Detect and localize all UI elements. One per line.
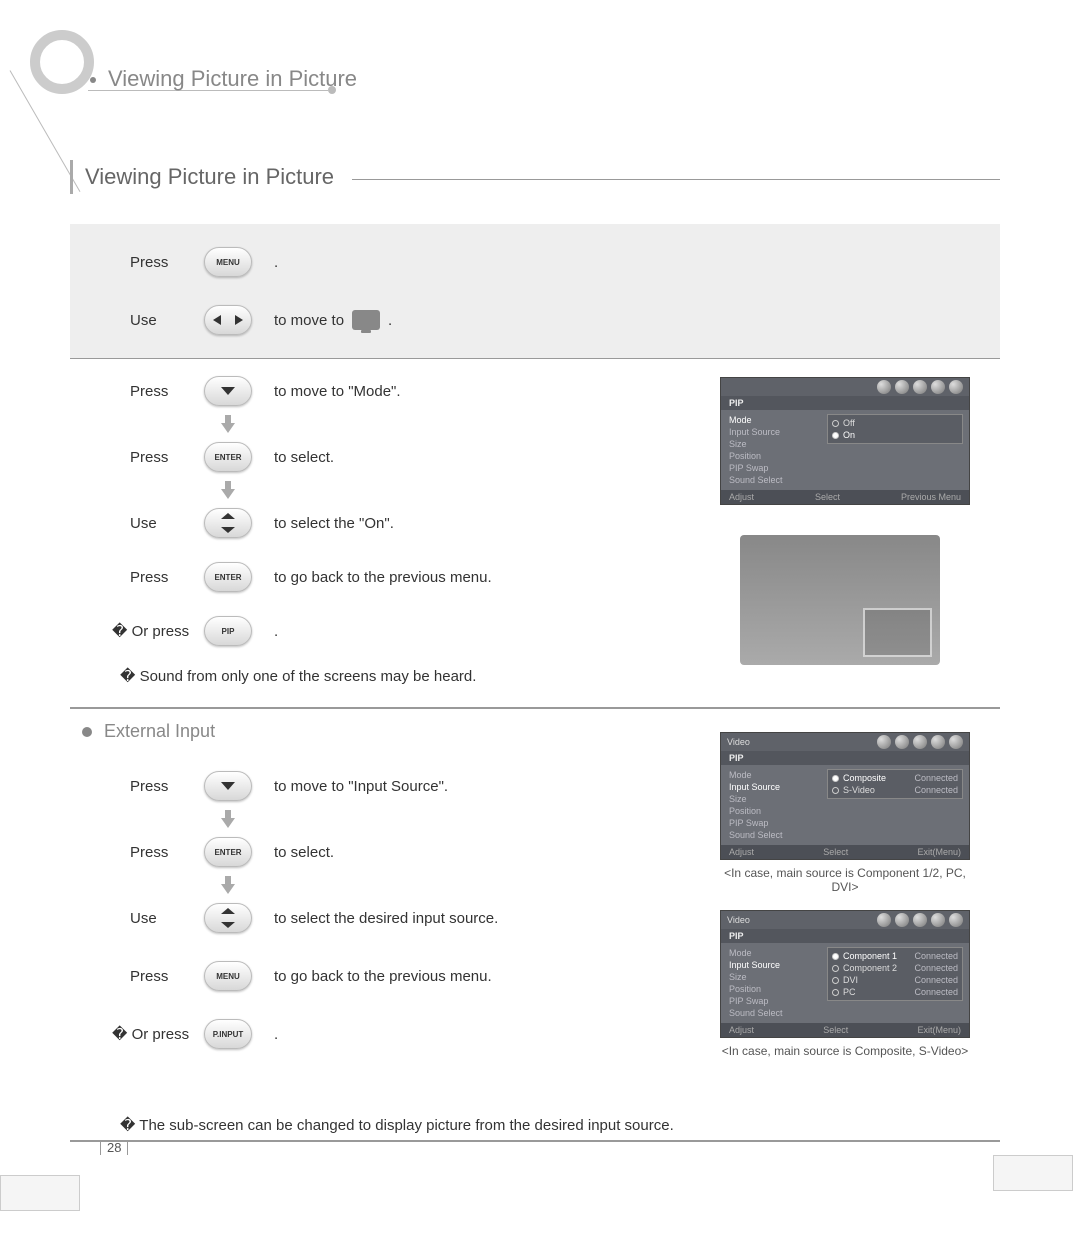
connector-arrow-icon: [200, 415, 256, 433]
corner-marker: [0, 1175, 80, 1211]
tv-icon: [352, 310, 380, 330]
page-number: 28: [100, 1140, 128, 1155]
connector-arrow-icon: [200, 481, 256, 499]
enter-button-icon: ENTER: [204, 837, 252, 867]
updown-button-icon: [204, 903, 252, 933]
connector-arrow-icon: [200, 810, 256, 828]
osd-screenshot-input-1: Video PIP Mode Input Source Size Positio…: [720, 732, 970, 860]
down-button-icon: [204, 771, 252, 801]
connector-arrow-icon: [200, 876, 256, 894]
menu-button-icon: MENU: [204, 247, 252, 277]
pinput-button-icon: P.INPUT: [204, 1019, 252, 1049]
step-press-menu: Press MENU .: [70, 238, 1000, 286]
corner-marker: [993, 1155, 1073, 1191]
intro-steps-box: Press MENU . Use to move to .: [70, 224, 1000, 359]
section-heading: Viewing Picture in Picture: [70, 160, 1000, 194]
osd-caption-2: <In case, main source is Composite, S-Vi…: [720, 1044, 970, 1058]
note-sound: � Sound from only one of the screens may…: [120, 667, 1000, 685]
menu-button-icon: MENU: [204, 961, 252, 991]
note-subscreen: � The sub-screen can be changed to displ…: [120, 1116, 1000, 1134]
enter-button-icon: ENTER: [204, 562, 252, 592]
osd-caption-1: <In case, main source is Component 1/2, …: [720, 866, 970, 894]
page-title-top: Viewing Picture in Picture: [90, 66, 357, 92]
down-button-icon: [204, 376, 252, 406]
divider: [70, 1140, 1000, 1142]
osd-screenshot-mode: PIP Mode Input Source Size Position PIP …: [720, 377, 970, 505]
divider: [70, 707, 1000, 709]
pip-demo-photo: [740, 535, 940, 665]
section-title: Viewing Picture in Picture: [85, 164, 334, 190]
updown-button-icon: [204, 508, 252, 538]
step-use-vol: Use to move to .: [70, 296, 1000, 344]
pip-button-icon: PIP: [204, 616, 252, 646]
osd-screenshot-input-2: Video PIP Mode Input Source Size Positio…: [720, 910, 970, 1038]
enter-button-icon: ENTER: [204, 442, 252, 472]
vol-arrows-button-icon: [204, 305, 252, 335]
